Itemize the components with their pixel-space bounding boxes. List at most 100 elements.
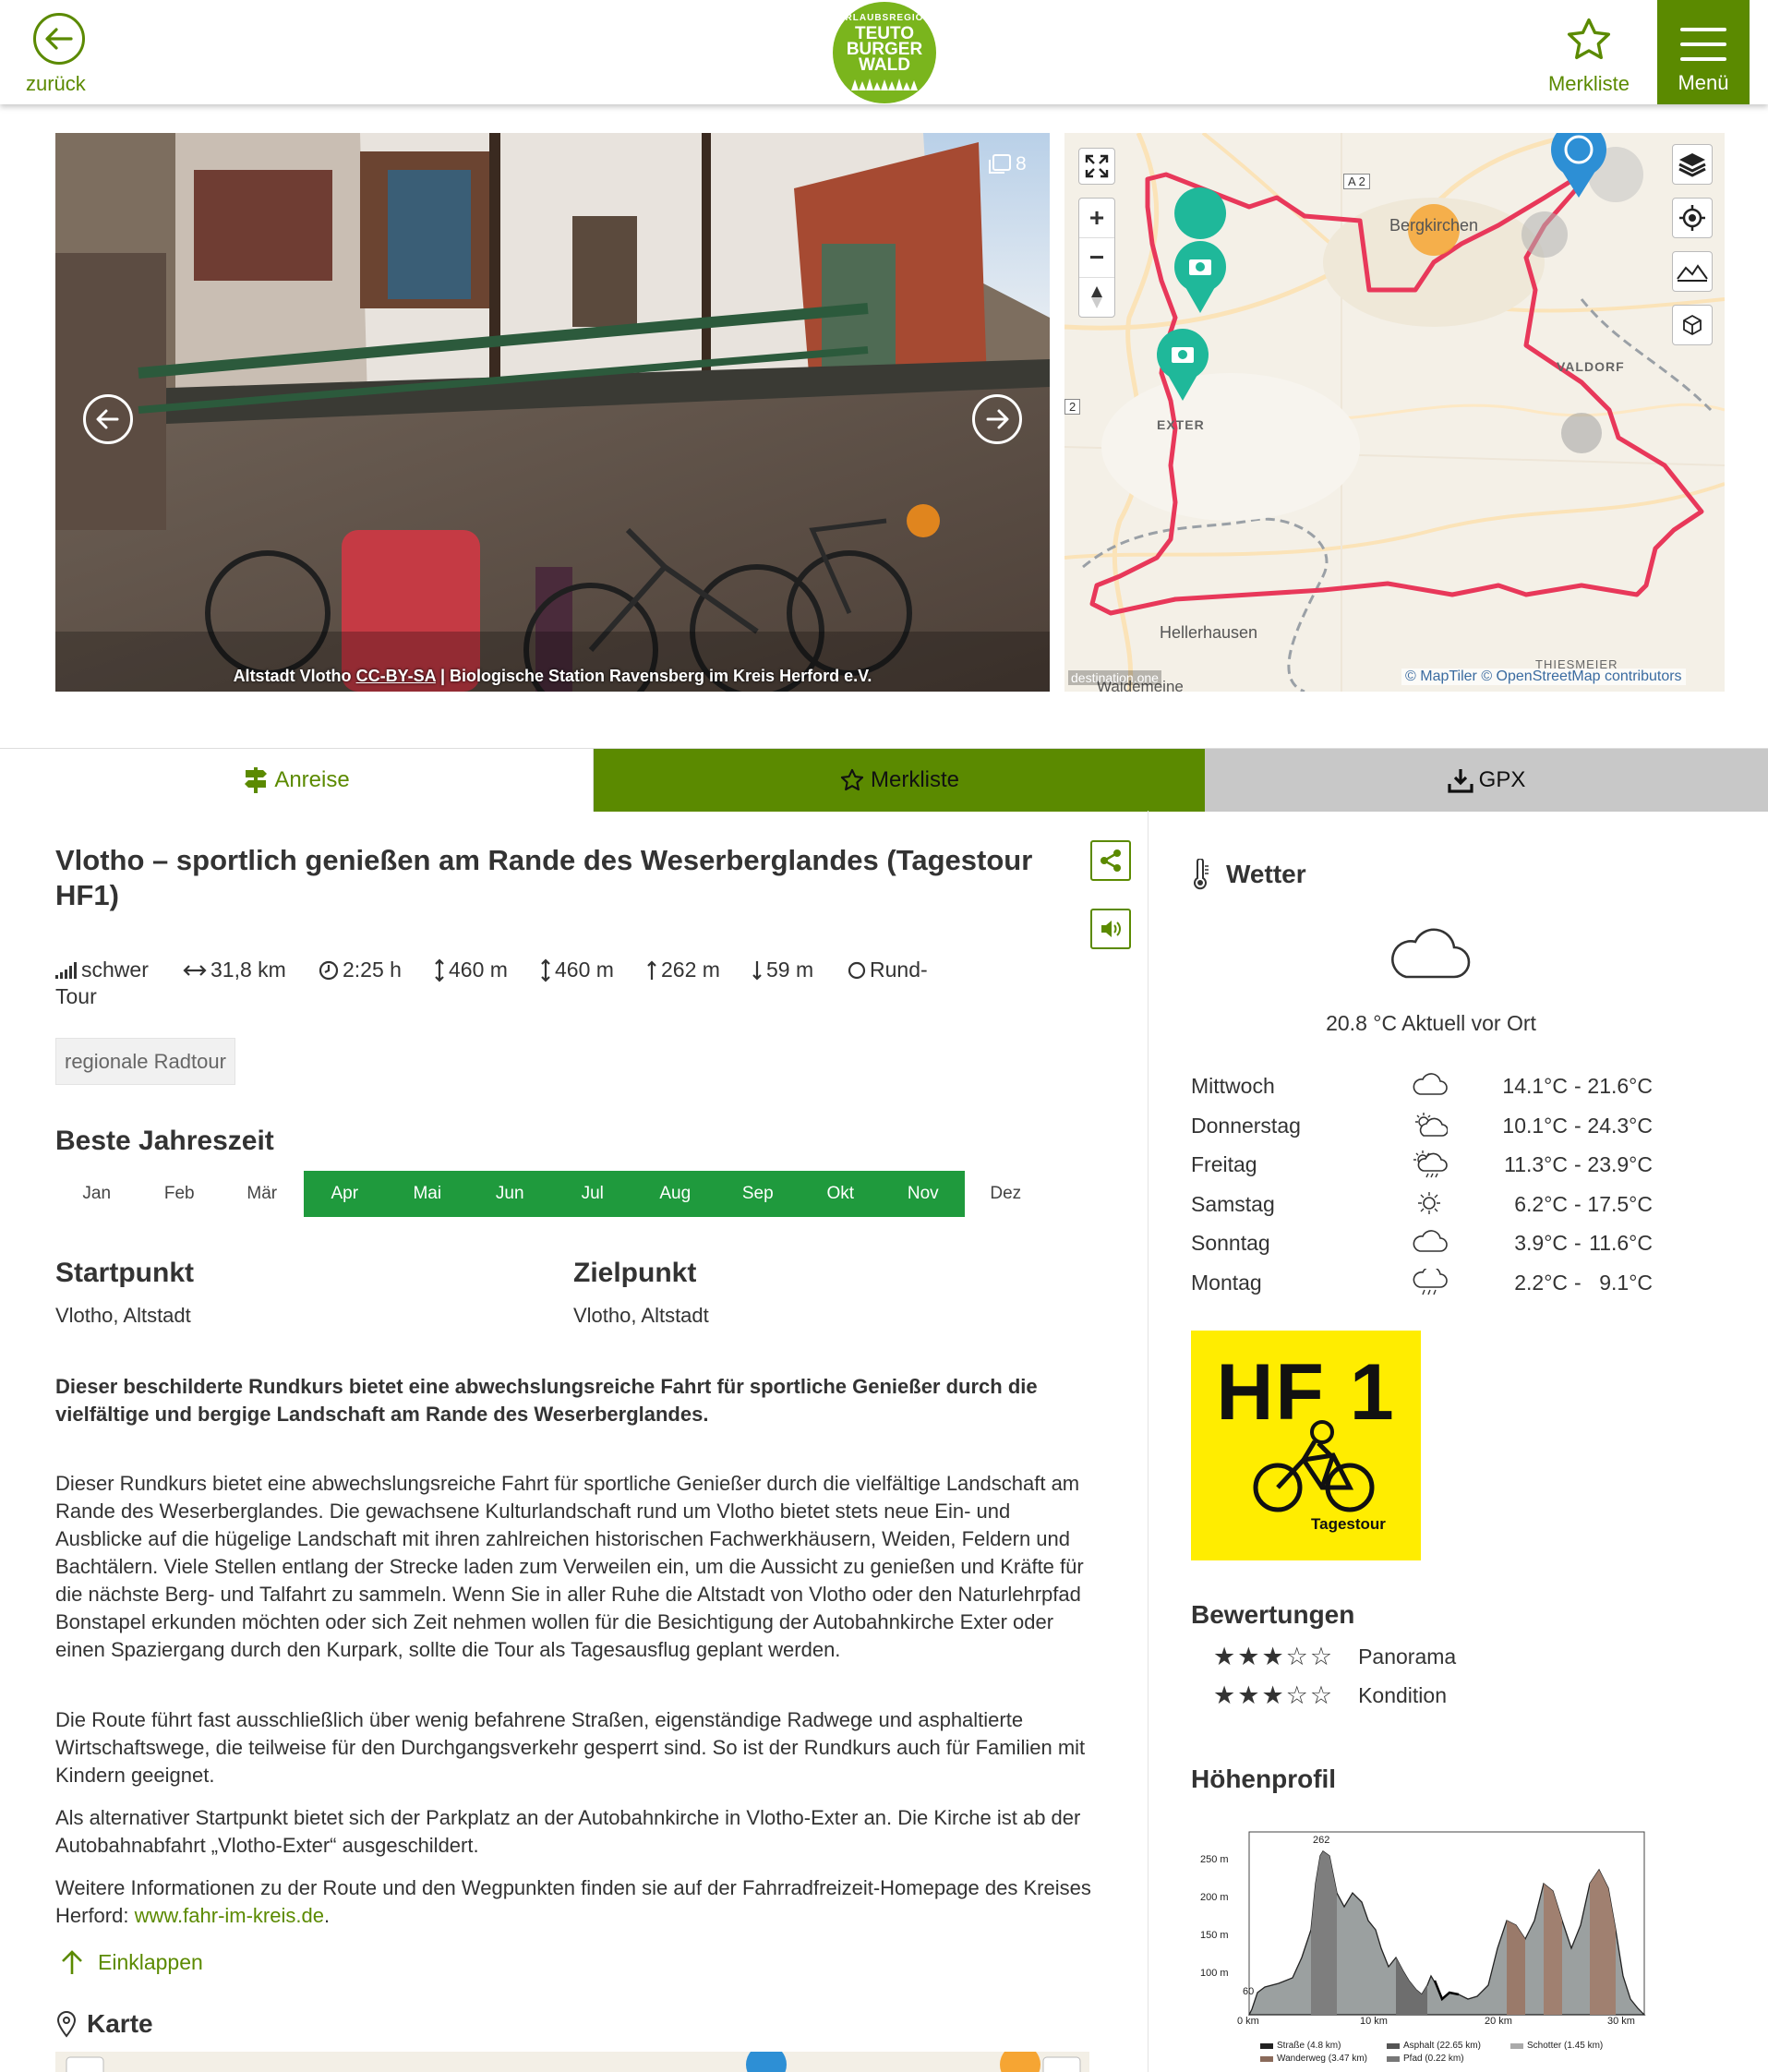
header-favorites-button[interactable]: Merkliste: [1537, 13, 1641, 101]
star-filled-icon: ★: [1261, 1681, 1286, 1709]
y-tick-200: 200 m: [1200, 1892, 1229, 1903]
tab-travel[interactable]: Anreise: [0, 749, 594, 812]
start-value: Vlotho, Altstadt: [55, 1304, 191, 1327]
elevation-profile-chart[interactable]: 250 m 200 m 150 m 100 m 262 60 0 km 10 k…: [1191, 1819, 1671, 2072]
star-filled-icon: ★: [1261, 1643, 1286, 1670]
month-mär: Mär: [247, 1184, 278, 1203]
stat-ascent: 460 m: [434, 958, 508, 982]
logo[interactable]: URLAUBSREGION TEUTO BURGER WALD: [833, 2, 936, 103]
weather-day-row: Samstag 6.2°C -17.5°C: [1191, 1187, 1671, 1225]
weather-min: 10.1°C: [1502, 1113, 1568, 1138]
stat-difficulty-value: schwer: [81, 958, 149, 982]
arrow-right-icon: [986, 409, 1009, 429]
back-label: zurück: [26, 72, 86, 95]
weather-day: Freitag: [1191, 1152, 1257, 1176]
locate-button[interactable]: [1672, 198, 1713, 238]
tab-favorites[interactable]: Merkliste: [594, 749, 1205, 812]
header-favorites-label: Merkliste: [1547, 72, 1630, 95]
fullscreen-button[interactable]: [1078, 148, 1115, 185]
3d-view-button[interactable]: [1672, 305, 1713, 345]
caption-license-link[interactable]: CC-BY-SA: [356, 667, 436, 685]
arrow-left-icon: [96, 409, 119, 429]
arrow-down-icon: [752, 960, 762, 981]
elevation-toggle-button[interactable]: [1672, 251, 1713, 292]
difficulty-bars-icon: [55, 961, 77, 979]
fahr-im-kreis-link[interactable]: www.fahr-im-kreis.de: [135, 1904, 324, 1927]
bottom-map-canvas: [55, 2052, 1089, 2072]
action-tabs: Anreise Merkliste GPX: [0, 748, 1768, 812]
map-attribution[interactable]: © MapTiler © OpenStreetMap contributors: [1401, 669, 1686, 685]
weather-current: 20.8 °C Aktuell vor Ort: [1326, 1011, 1536, 1035]
month-nov: Nov: [882, 1171, 965, 1217]
arrow-up-icon: [647, 959, 656, 980]
y-tick-100: 100 m: [1200, 1968, 1229, 1979]
bicycle-icon: [1253, 1420, 1375, 1512]
zoom-in-button[interactable]: +: [1079, 199, 1114, 238]
photo-gallery[interactable]: 8 Altstadt Vlotho CC-BY-SA | Biologische…: [55, 133, 1050, 692]
legend-hiking-label: Wanderweg (3.47 km): [1277, 2054, 1367, 2064]
logo-trees-icon: [851, 78, 918, 90]
weather-max: 17.5°C: [1587, 1191, 1653, 1216]
locate-icon: [1679, 205, 1705, 231]
star-filled-icon: ★: [1213, 1681, 1238, 1709]
stat-min-altitude-value: 59 m: [766, 958, 814, 982]
gallery-prev-button[interactable]: [83, 394, 133, 444]
read-aloud-button[interactable]: [1090, 909, 1131, 949]
x-tick-30: 30 km: [1607, 2016, 1635, 2027]
month-feb: Feb: [163, 1184, 195, 1203]
map-label-a2-left: 2: [1064, 399, 1081, 415]
weather-day: Donnerstag: [1191, 1113, 1301, 1138]
route-map[interactable]: A 2 2 Bergkirchen VALDORF EXTER Hellerha…: [1064, 133, 1725, 692]
rating-row: ★★★☆☆ Panorama: [1213, 1643, 1456, 1671]
stat-distance: 31,8 km: [183, 958, 286, 982]
legend-swatch: [1510, 2042, 1523, 2049]
legend-street-label: Straße (4.8 km): [1277, 2041, 1341, 2051]
legend-swatch: [1387, 2055, 1400, 2062]
stat-max-altitude: 262 m: [646, 958, 720, 982]
tour-title: Vlotho – sportlich genießen am Rande des…: [55, 844, 1033, 911]
legend-hiking: Wanderweg (3.47 km): [1260, 2054, 1367, 2064]
tour-description-3: Als alternativer Startpunkt bietet sich …: [55, 1806, 1081, 1857]
image-count-text: 8: [1016, 153, 1027, 175]
tour-description-1: Dieser Rundkurs bietet eine abwechslungs…: [55, 1472, 1084, 1661]
collapse-label: Einklappen: [98, 1949, 203, 1974]
start-title: Startpunkt: [55, 1258, 194, 1288]
back-button[interactable]: zurück: [26, 13, 94, 101]
weather-max: 11.6°C: [1589, 1231, 1653, 1255]
stat-tour-type: Rund-: [848, 958, 928, 982]
legend-swatch: [1387, 2042, 1400, 2049]
weather-day-row: Montag 2.2°C -9.1°C: [1191, 1265, 1671, 1304]
category-tag: regionale Radtour: [55, 1038, 235, 1085]
rain-icon: [1413, 1268, 1448, 1295]
collapse-button[interactable]: Einklappen: [59, 1948, 203, 1976]
map-brand-logo: destination.one: [1068, 670, 1161, 685]
tab-travel-label: Anreise: [274, 767, 350, 792]
tab-favorites-label: Merkliste: [870, 767, 959, 792]
menu-label: Menü: [1678, 71, 1729, 94]
menu-button[interactable]: Menü: [1657, 0, 1750, 104]
end-title: Zielpunkt: [573, 1258, 697, 1288]
description-4-end: .: [323, 1904, 331, 1927]
mountain-icon: [1677, 264, 1708, 282]
weather-day-row: Sonntag 3.9°C -11.6°C: [1191, 1225, 1671, 1264]
star-filled-icon: ★: [1237, 1681, 1262, 1709]
map-label-valdorf: VALDORF: [1557, 359, 1625, 374]
min-label: 60: [1243, 1986, 1255, 1997]
weather-day-row: Mittwoch 14.1°C -21.6°C: [1191, 1068, 1671, 1107]
tab-gpx[interactable]: GPX: [1205, 749, 1768, 812]
month-sep: Sep: [716, 1171, 800, 1217]
compass-button[interactable]: [1079, 278, 1114, 317]
up-down-arrow-icon: [541, 958, 550, 982]
gallery-next-button[interactable]: [972, 394, 1022, 444]
weather-day: Sonntag: [1191, 1231, 1270, 1255]
sun-cloud-icon: [1415, 1112, 1448, 1137]
elevation-title: Höhenprofil: [1191, 1765, 1337, 1793]
weather-day: Samstag: [1191, 1191, 1275, 1216]
zoom-out-button[interactable]: −: [1079, 238, 1114, 278]
bottom-route-map[interactable]: [55, 2052, 1089, 2072]
share-button[interactable]: [1090, 840, 1131, 881]
map-label-bergkirchen: Bergkirchen: [1389, 216, 1479, 235]
layers-button[interactable]: [1672, 144, 1713, 185]
legend-gravel-label: Schotter (1.45 km): [1527, 2041, 1604, 2051]
logo-text-4: WALD: [859, 55, 910, 75]
